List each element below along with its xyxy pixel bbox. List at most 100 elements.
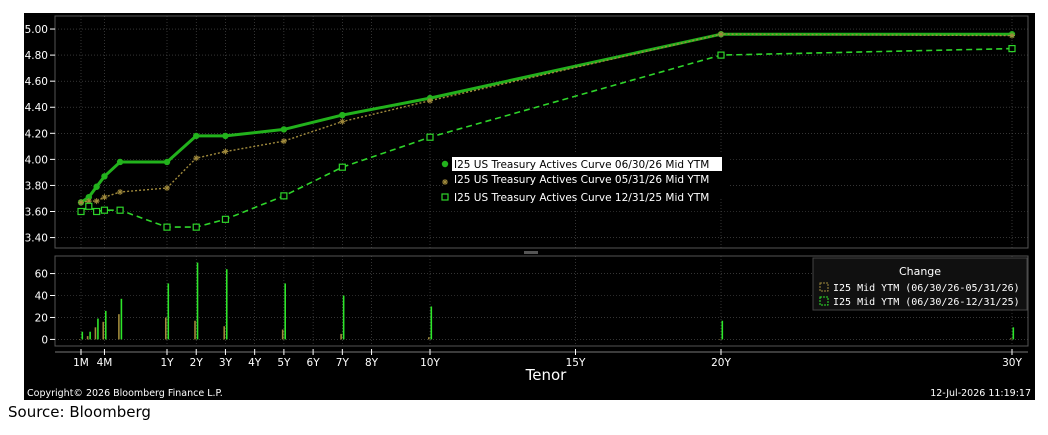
legend-marker-month-ago xyxy=(442,179,448,185)
data-point-month-ago xyxy=(117,188,124,195)
x-tick-label: 4Y xyxy=(248,357,262,369)
data-point-current xyxy=(280,126,288,133)
y-tick-label: 60 xyxy=(35,269,48,281)
y-tick-label: 5.00 xyxy=(25,24,48,36)
change-bar xyxy=(167,283,170,340)
change-legend-label-dec: I25 Mid YTM (06/30/26-12/31/25) xyxy=(833,297,1020,308)
change-bar xyxy=(97,318,99,340)
y-tick-label: 4.60 xyxy=(25,76,48,88)
data-point-current xyxy=(193,132,200,140)
data-point-dec xyxy=(100,206,109,214)
data-point-month-ago xyxy=(1009,32,1015,39)
change-bar xyxy=(223,326,226,340)
data-point-dec xyxy=(77,207,85,216)
data-point-month-ago xyxy=(93,198,100,205)
bloomberg-chart-panel: 3.40 3.60 3.80 4.00 4.20 4.40 4.60 4.80 5.00 0 20… xyxy=(24,13,1035,400)
data-point-current xyxy=(163,158,171,166)
change-legend-title: Change xyxy=(899,265,941,278)
change-bar xyxy=(89,331,91,340)
data-point-dec xyxy=(280,192,288,200)
data-point-current xyxy=(116,158,124,166)
data-point-dec xyxy=(116,206,124,214)
data-point-dec xyxy=(1008,44,1016,53)
x-axis-title: Tenor xyxy=(525,366,568,384)
x-tick-label: 6Y xyxy=(307,357,321,369)
pane-splitter-handle[interactable] xyxy=(524,251,538,254)
data-point-month-ago xyxy=(718,31,724,38)
data-point-dec xyxy=(221,215,230,223)
change-bar xyxy=(86,336,89,340)
data-point-month-ago xyxy=(193,155,200,162)
legend-label-month-ago: I25 US Treasury Actives Curve 05/31/26 M… xyxy=(454,174,709,186)
change-bar xyxy=(196,262,199,340)
change-bar xyxy=(342,295,345,340)
change-bar xyxy=(340,333,342,340)
data-point-current xyxy=(101,173,108,180)
source-note: Source: Bloomberg xyxy=(8,403,151,421)
y-tick-label: 3.80 xyxy=(25,180,48,192)
data-point-dec xyxy=(163,223,171,231)
data-point-month-ago xyxy=(164,185,170,192)
data-point-dec xyxy=(338,163,346,171)
data-point-month-ago xyxy=(222,148,229,155)
data-point-month-ago xyxy=(280,138,287,145)
change-bar xyxy=(1012,327,1015,340)
data-point-month-ago xyxy=(427,97,433,104)
change-legend-label-month: I25 Mid YTM (06/30/26-05/31/26) xyxy=(833,283,1020,294)
y-tick-label: 3.40 xyxy=(25,233,48,245)
y-tick-label: 4.00 xyxy=(25,154,48,166)
y-tick-label: 3.60 xyxy=(25,207,48,219)
change-bar xyxy=(104,310,107,340)
data-point-month-ago xyxy=(339,118,346,125)
change-bar xyxy=(194,320,196,340)
x-tick-label: 4M xyxy=(97,357,113,369)
change-bar xyxy=(165,317,167,340)
copyright-text: Copyright© 2026 Bloomberg Finance L.P. xyxy=(27,388,223,399)
x-tick-label: 5Y xyxy=(277,357,291,369)
x-tick-label: 20Y xyxy=(711,357,731,369)
change-bar xyxy=(102,321,105,340)
data-point-dec xyxy=(93,207,101,216)
x-tick-label: 1Y xyxy=(160,357,174,369)
data-point-dec xyxy=(717,51,725,59)
change-legend: Change I25 Mid YTM (06/30/26-05/31/26) I… xyxy=(812,257,1028,311)
x-tick-label: 10Y xyxy=(420,357,440,369)
change-bar xyxy=(284,283,286,340)
data-point-dec xyxy=(192,223,200,231)
y-tick-label: 0 xyxy=(41,334,48,346)
x-tick-label: 8Y xyxy=(365,357,379,369)
data-point-month-ago xyxy=(78,199,84,206)
curve-legend: I25 US Treasury Actives Curve 06/30/26 M… xyxy=(441,154,728,204)
change-bar xyxy=(120,298,123,340)
x-tick-label: 3Y xyxy=(219,357,233,369)
legend-star-glyph xyxy=(442,179,448,185)
y-tick-label: 20 xyxy=(35,312,48,324)
yield-curve-plot: 3.40 3.60 3.80 4.00 4.20 4.40 4.60 4.80 5.00 xyxy=(25,15,1029,249)
change-bar xyxy=(428,337,430,340)
chart-canvas: 3.40 3.60 3.80 4.00 4.20 4.40 4.60 4.80 5.00 0 20… xyxy=(25,15,1031,399)
x-tick-label: 7Y xyxy=(336,357,350,369)
change-bar xyxy=(1010,338,1012,340)
y-tick-label: 4.40 xyxy=(25,102,48,114)
change-bar xyxy=(81,331,84,340)
data-point-dec xyxy=(426,133,434,141)
x-tick-label: 30Y xyxy=(1002,357,1022,369)
timestamp-text: 12-Jul-2026 11:19:17 xyxy=(930,388,1031,399)
change-bar xyxy=(79,339,81,340)
data-point-month-ago xyxy=(101,194,108,201)
change-bar xyxy=(225,269,228,340)
change-bar xyxy=(94,327,97,340)
x-tick-label: 15Y xyxy=(566,357,586,369)
legend-label-current: I25 US Treasury Actives Curve 06/30/26 M… xyxy=(454,159,709,171)
y-tick-label: 4.20 xyxy=(25,128,48,140)
change-bar xyxy=(118,314,120,340)
y-tick-label: 4.80 xyxy=(25,50,48,62)
data-point-current xyxy=(339,111,346,119)
data-point-current xyxy=(222,132,229,140)
data-point-dec xyxy=(85,202,93,210)
data-point-current xyxy=(93,183,100,190)
y-tick-label: 40 xyxy=(35,291,48,303)
x-tick-label: 2Y xyxy=(190,357,204,369)
x-tick-label: 1M xyxy=(73,357,89,369)
change-bar xyxy=(721,320,724,340)
